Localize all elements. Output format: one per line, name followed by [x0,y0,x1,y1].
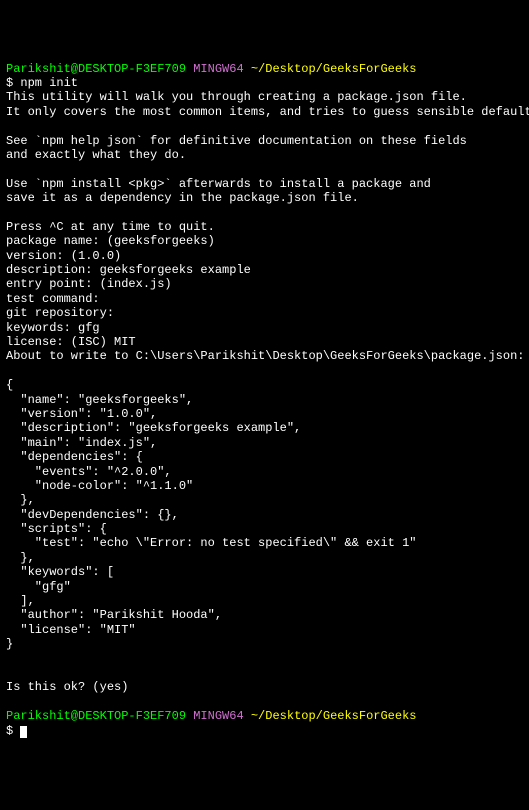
output-line: It only covers the most common items, an… [6,105,523,119]
confirm-prompt: Is this ok? (yes) [6,680,523,694]
json-line: }, [6,551,523,565]
json-line: } [6,637,523,651]
terminal-output[interactable]: Parikshit@DESKTOP-F3EF709 MINGW64 ~/Desk… [6,62,523,738]
output-line: Press ^C at any time to quit. [6,220,523,234]
output-line: See `npm help json` for definitive docum… [6,134,523,148]
json-line: ], [6,594,523,608]
output-line: license: (ISC) MIT [6,335,523,349]
json-line: "dependencies": { [6,450,523,464]
cwd-path: ~/Desktop/GeeksForGeeks [251,709,417,723]
user-host: Parikshit@DESKTOP-F3EF709 [6,709,186,723]
output-line: package name: (geeksforgeeks) [6,234,523,248]
json-line: "license": "MIT" [6,623,523,637]
prompt-symbol: $ [6,724,20,738]
command-input-line[interactable]: $ [6,724,523,738]
output-line: Use `npm install <pkg>` afterwards to in… [6,177,523,191]
cursor-icon [20,726,27,738]
output-line [6,119,523,133]
json-line: "name": "geeksforgeeks", [6,393,523,407]
json-line: "version": "1.0.0", [6,407,523,421]
prompt-line-2: Parikshit@DESKTOP-F3EF709 MINGW64 ~/Desk… [6,709,523,723]
output-line [6,695,523,709]
json-line: "node-color": "^1.1.0" [6,479,523,493]
json-line: "test": "echo \"Error: no test specified… [6,536,523,550]
json-line: "main": "index.js", [6,436,523,450]
shell-name: MINGW64 [193,62,243,76]
json-line: "author": "Parikshit Hooda", [6,608,523,622]
output-line [6,666,523,680]
json-line: "keywords": [ [6,565,523,579]
output-line: test command: [6,292,523,306]
output-line: save it as a dependency in the package.j… [6,191,523,205]
output-line [6,652,523,666]
json-line: }, [6,493,523,507]
output-line: and exactly what they do. [6,148,523,162]
output-line: description: geeksforgeeks example [6,263,523,277]
shell-name: MINGW64 [193,709,243,723]
output-line [6,205,523,219]
json-line: "devDependencies": {}, [6,508,523,522]
output-line: This utility will walk you through creat… [6,90,523,104]
output-line: entry point: (index.js) [6,277,523,291]
output-line: version: (1.0.0) [6,249,523,263]
output-line [6,162,523,176]
output-line [6,364,523,378]
output-line: git repository: [6,306,523,320]
cwd-path: ~/Desktop/GeeksForGeeks [251,62,417,76]
json-line: "scripts": { [6,522,523,536]
command-line: $ npm init [6,76,523,90]
output-line: About to write to C:\Users\Parikshit\Des… [6,349,523,363]
json-line: "gfg" [6,580,523,594]
output-line: keywords: gfg [6,321,523,335]
json-line: "events": "^2.0.0", [6,465,523,479]
json-line: { [6,378,523,392]
json-line: "description": "geeksforgeeks example", [6,421,523,435]
user-host: Parikshit@DESKTOP-F3EF709 [6,62,186,76]
prompt-line-1: Parikshit@DESKTOP-F3EF709 MINGW64 ~/Desk… [6,62,523,76]
